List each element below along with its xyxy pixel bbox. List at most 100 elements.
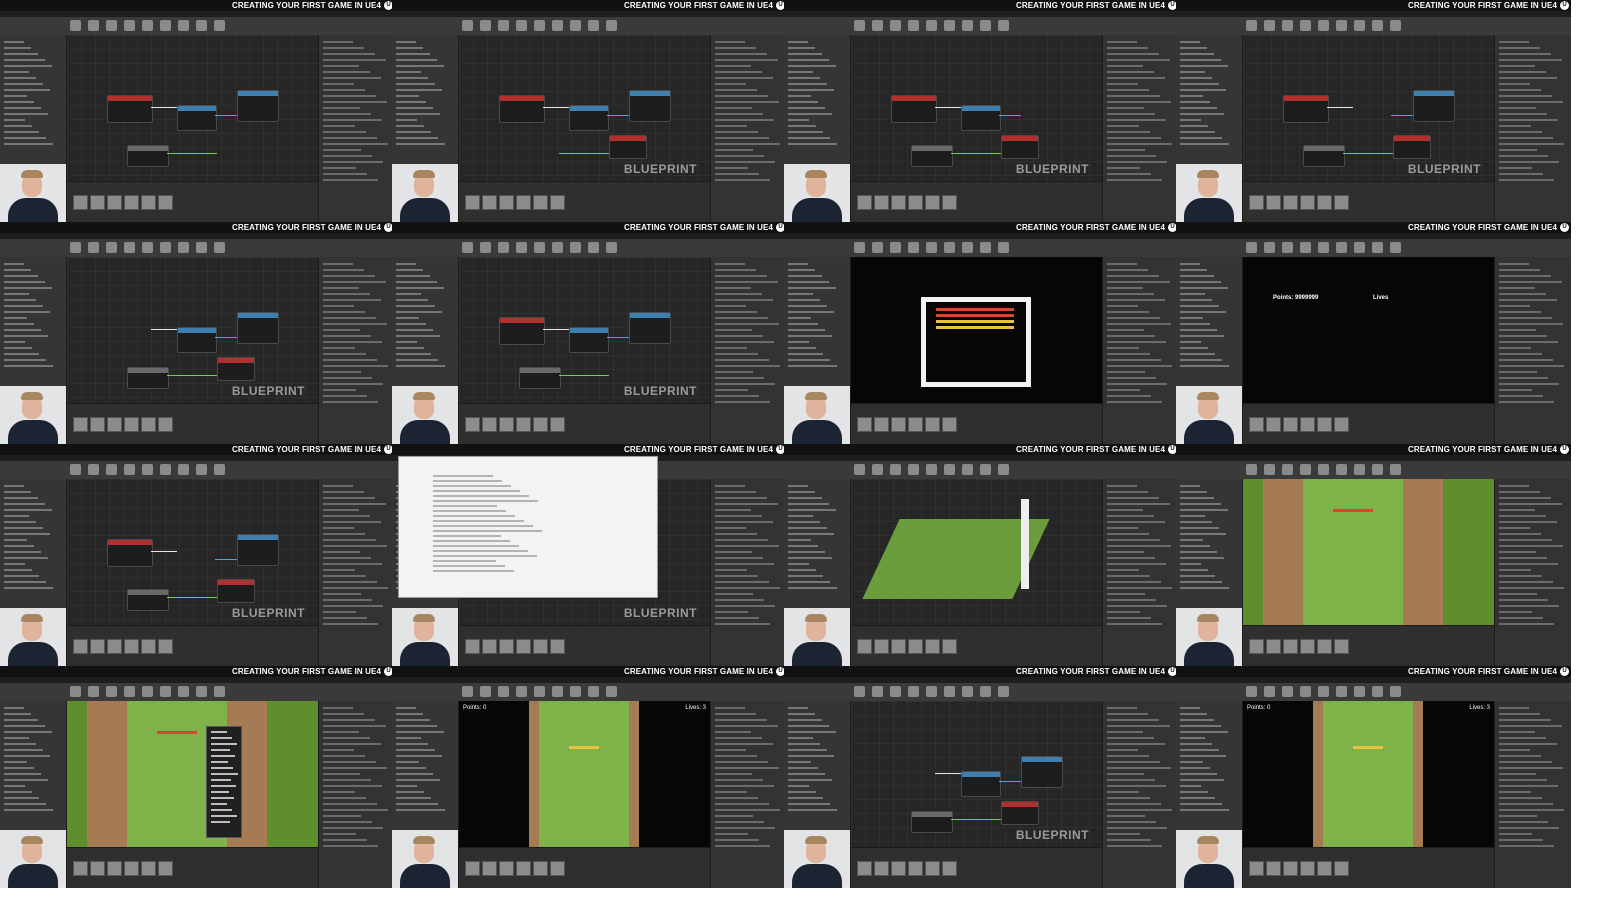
details-row[interactable] [323, 497, 375, 499]
details-row[interactable] [1107, 599, 1156, 601]
left-panel-item[interactable] [788, 797, 823, 799]
blueprint-node[interactable] [1413, 90, 1455, 122]
details-row[interactable] [323, 827, 383, 829]
toolbar-button-icon[interactable] [1354, 686, 1365, 697]
left-panel-item[interactable] [788, 341, 809, 343]
details-row[interactable] [715, 485, 745, 487]
blueprint-node[interactable] [1283, 95, 1329, 123]
details-row[interactable] [715, 341, 774, 343]
details-row[interactable] [1107, 287, 1143, 289]
toolbar-button-icon[interactable] [160, 464, 171, 475]
toolbar-button-icon[interactable] [998, 20, 1009, 31]
details-row[interactable] [1107, 107, 1144, 109]
left-panel-item[interactable] [396, 293, 421, 295]
details-row[interactable] [323, 347, 355, 349]
toolbar-button-icon[interactable] [1336, 464, 1347, 475]
toolbar-button-icon[interactable] [962, 686, 973, 697]
left-panel-item[interactable] [1180, 551, 1217, 553]
toolbar-button-icon[interactable] [998, 242, 1009, 253]
asset-thumbnail[interactable] [158, 417, 173, 432]
left-panel-item[interactable] [4, 773, 41, 775]
left-panel-item[interactable] [1180, 359, 1222, 361]
blueprint-node[interactable] [961, 771, 1001, 797]
toolbar-button-icon[interactable] [1246, 20, 1257, 31]
left-panel-item[interactable] [4, 65, 52, 67]
details-row[interactable] [715, 149, 753, 151]
blueprint-graph[interactable] [67, 257, 318, 404]
left-panel-item[interactable] [1180, 83, 1219, 85]
details-row[interactable] [1499, 515, 1546, 517]
details-row[interactable] [715, 335, 763, 337]
asset-thumbnail[interactable] [1300, 417, 1315, 432]
details-row[interactable] [1499, 89, 1541, 91]
details-row[interactable] [1499, 41, 1529, 43]
video-tile[interactable]: CREATING YOUR FIRST GAME IN UE4 U BLUEPRIN… [392, 222, 788, 445]
details-row[interactable] [323, 563, 382, 565]
details-row[interactable] [1499, 509, 1535, 511]
left-panel-item[interactable] [4, 131, 39, 133]
blueprint-node[interactable] [107, 539, 153, 567]
asset-thumbnail[interactable] [942, 195, 957, 210]
details-row[interactable] [715, 623, 770, 625]
file-list-row[interactable] [433, 500, 538, 502]
left-panel-item[interactable] [1180, 293, 1205, 295]
details-row[interactable] [323, 95, 376, 97]
details-row[interactable] [715, 749, 746, 751]
toolbar-button-icon[interactable] [214, 686, 225, 697]
toolbar-button-icon[interactable] [926, 20, 937, 31]
left-panel-item[interactable] [396, 299, 428, 301]
details-row[interactable] [323, 341, 382, 343]
left-panel-item[interactable] [1180, 575, 1215, 577]
details-row[interactable] [715, 563, 774, 565]
details-row[interactable] [715, 377, 764, 379]
details-row[interactable] [715, 575, 758, 577]
left-panel-item[interactable] [1180, 125, 1208, 127]
details-row[interactable] [323, 317, 376, 319]
details-row[interactable] [1107, 389, 1140, 391]
asset-thumbnail[interactable] [891, 417, 906, 432]
viewport[interactable] [851, 257, 1102, 404]
asset-thumbnail[interactable] [874, 417, 889, 432]
details-row[interactable] [1499, 329, 1536, 331]
details-row[interactable] [1107, 143, 1172, 145]
details-row[interactable] [1499, 335, 1547, 337]
left-panel-item[interactable] [788, 365, 837, 367]
details-row[interactable] [1499, 575, 1542, 577]
left-panel-item[interactable] [396, 779, 440, 781]
left-panel-item[interactable] [788, 89, 834, 91]
blueprint-graph[interactable] [67, 35, 318, 182]
details-row[interactable] [1107, 509, 1143, 511]
context-menu-item[interactable] [211, 797, 234, 799]
details-row[interactable] [715, 83, 746, 85]
toolbar-button-icon[interactable] [588, 242, 599, 253]
details-row[interactable] [1107, 725, 1170, 727]
asset-thumbnail[interactable] [1334, 639, 1349, 654]
toolbar-button-icon[interactable] [214, 20, 225, 31]
asset-thumbnail[interactable] [925, 417, 940, 432]
details-row[interactable] [715, 131, 758, 133]
details-row[interactable] [1107, 581, 1161, 583]
blueprint-graph[interactable] [459, 35, 710, 182]
details-row[interactable] [1499, 263, 1529, 265]
asset-thumbnail[interactable] [857, 639, 872, 654]
toolbar-button-icon[interactable] [142, 686, 153, 697]
details-row[interactable] [715, 509, 751, 511]
details-row[interactable] [715, 53, 767, 55]
asset-thumbnail[interactable] [942, 639, 957, 654]
toolbar-button-icon[interactable] [462, 242, 473, 253]
file-list-row[interactable] [433, 485, 511, 487]
details-row[interactable] [1107, 575, 1150, 577]
details-row[interactable] [1499, 83, 1530, 85]
left-panel-item[interactable] [396, 353, 431, 355]
asset-thumbnail[interactable] [141, 639, 156, 654]
file-list-row[interactable] [433, 560, 496, 562]
left-panel-item[interactable] [788, 731, 836, 733]
details-row[interactable] [1107, 269, 1148, 271]
details-row[interactable] [1107, 95, 1160, 97]
toolbar-button-icon[interactable] [1318, 686, 1329, 697]
left-panel-item[interactable] [1180, 95, 1203, 97]
details-row[interactable] [323, 485, 353, 487]
details-row[interactable] [323, 605, 383, 607]
left-panel-item[interactable] [1180, 515, 1205, 517]
left-panel-item[interactable] [4, 95, 27, 97]
